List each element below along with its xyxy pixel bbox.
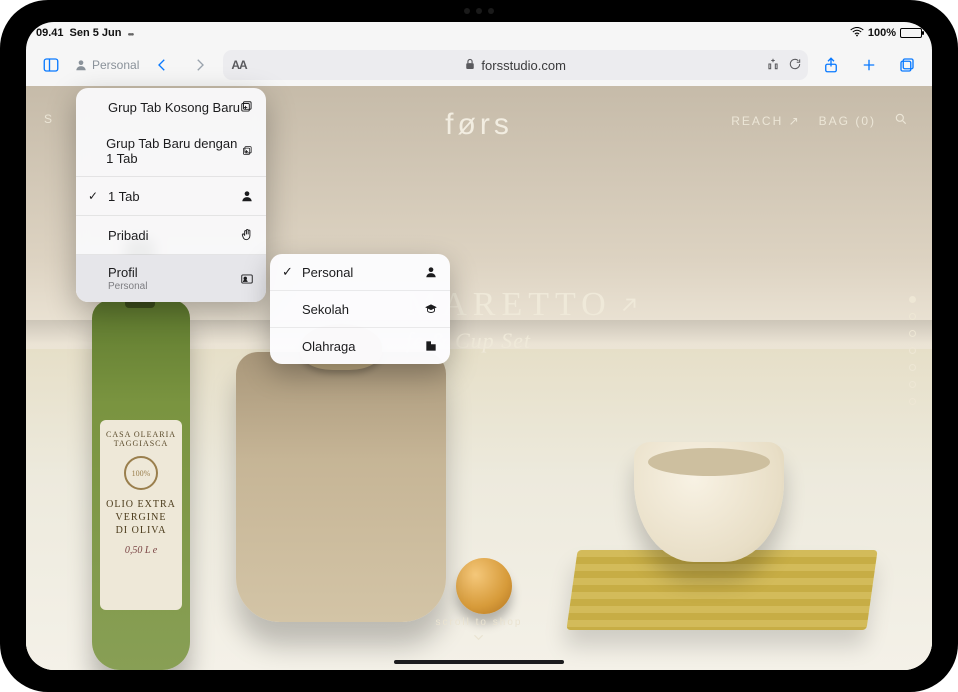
- hero-napkin: [566, 550, 877, 630]
- new-tab-button[interactable]: [854, 50, 884, 80]
- page-dot[interactable]: [909, 398, 916, 405]
- menu-item-label: Profil: [108, 265, 138, 280]
- menu-item-sub: Personal: [108, 281, 147, 292]
- bottle-volume: 0,50 L e: [125, 545, 157, 556]
- nav-bag[interactable]: BAG (0): [819, 114, 876, 128]
- chevron-down-icon: [472, 632, 486, 642]
- profile-submenu: ✓Personal✓Sekolah✓Olahraga: [270, 254, 450, 364]
- home-indicator[interactable]: [394, 660, 564, 664]
- nav-shop[interactable]: S: [44, 112, 54, 126]
- page-dot[interactable]: [909, 330, 916, 337]
- menu-item-label: 1 Tab: [108, 189, 140, 204]
- profile-option-label: Personal: [302, 265, 353, 280]
- sidebar-button[interactable]: [36, 50, 66, 80]
- share-button[interactable]: [816, 50, 846, 80]
- menu-item-1-tab[interactable]: ✓1 Tab: [76, 177, 266, 215]
- lock-icon: [465, 58, 475, 73]
- status-date: Sen 5 Jun: [70, 27, 122, 39]
- bottle-brand: CASA OLEARIA TAGGIASCA: [106, 430, 176, 448]
- profile-option-sekolah[interactable]: ✓Sekolah: [270, 291, 450, 327]
- profile-option-label: Sekolah: [302, 302, 349, 317]
- page-dot[interactable]: [909, 296, 916, 303]
- profile-name: Personal: [92, 58, 139, 72]
- menu-item-grup-tab-baru-dengan-1-tab[interactable]: ✓Grup Tab Baru dengan 1 Tab: [76, 126, 266, 176]
- hero-bottle: CASA OLEARIA TAGGIASCA 100% OLIO EXTRA V…: [92, 300, 190, 670]
- profile-option-label: Olahraga: [302, 339, 355, 354]
- hero-jar: [236, 352, 446, 622]
- status-time: 09.41: [36, 27, 64, 39]
- wifi-icon: [850, 27, 864, 40]
- hero-fruit: [456, 558, 512, 614]
- menu-item-label: Grup Tab Kosong Baru: [108, 100, 240, 115]
- bottle-seal: 100%: [124, 456, 158, 490]
- profile-indicator[interactable]: Personal: [74, 58, 139, 72]
- page-dot[interactable]: [909, 313, 916, 320]
- tab-group-menu: ✓Grup Tab Kosong Baru✓Grup Tab Baru deng…: [76, 88, 266, 302]
- menu-item-label: Pribadi: [108, 228, 148, 243]
- arrow-icon: [618, 294, 640, 316]
- nav-search-icon[interactable]: [894, 112, 908, 129]
- battery-icon: [900, 28, 922, 38]
- page-dots[interactable]: [909, 296, 916, 405]
- menu-item-grup-tab-kosong-baru[interactable]: ✓Grup Tab Kosong Baru: [76, 88, 266, 126]
- tabs-button[interactable]: [892, 50, 922, 80]
- scroll-hint[interactable]: scroll to shop: [436, 617, 523, 642]
- page-dot[interactable]: [909, 347, 916, 354]
- status-bar: 09.41 Sen 5 Jun 100%: [26, 22, 932, 44]
- status-more-icon: [128, 27, 133, 39]
- page-dot[interactable]: [909, 381, 916, 388]
- address-url: forsstudio.com: [481, 58, 566, 73]
- battery-pct: 100%: [868, 27, 896, 39]
- nav-reach[interactable]: REACH ↗: [731, 114, 800, 128]
- address-bar[interactable]: AA forsstudio.com: [223, 50, 808, 80]
- hero-cup: [634, 442, 784, 562]
- browser-toolbar: Personal AA forsstudio.com: [26, 44, 932, 86]
- forward-button: [185, 50, 215, 80]
- menu-item-profil[interactable]: ✓ProfilPersonal: [76, 255, 266, 302]
- bottle-product: OLIO EXTRA VERGINE DI OLIVA: [106, 498, 176, 537]
- reader-aa-button[interactable]: AA: [231, 58, 246, 72]
- profile-option-olahraga[interactable]: ✓Olahraga: [270, 328, 450, 364]
- back-button[interactable]: [147, 50, 177, 80]
- menu-item-label: Grup Tab Baru dengan 1 Tab: [106, 136, 237, 166]
- profile-option-personal[interactable]: ✓Personal: [270, 254, 450, 290]
- reload-button[interactable]: [788, 57, 802, 74]
- site-logo[interactable]: førs: [445, 108, 513, 142]
- page-dot[interactable]: [909, 364, 916, 371]
- extensions-icon[interactable]: [766, 57, 780, 74]
- menu-item-pribadi[interactable]: ✓Pribadi: [76, 216, 266, 254]
